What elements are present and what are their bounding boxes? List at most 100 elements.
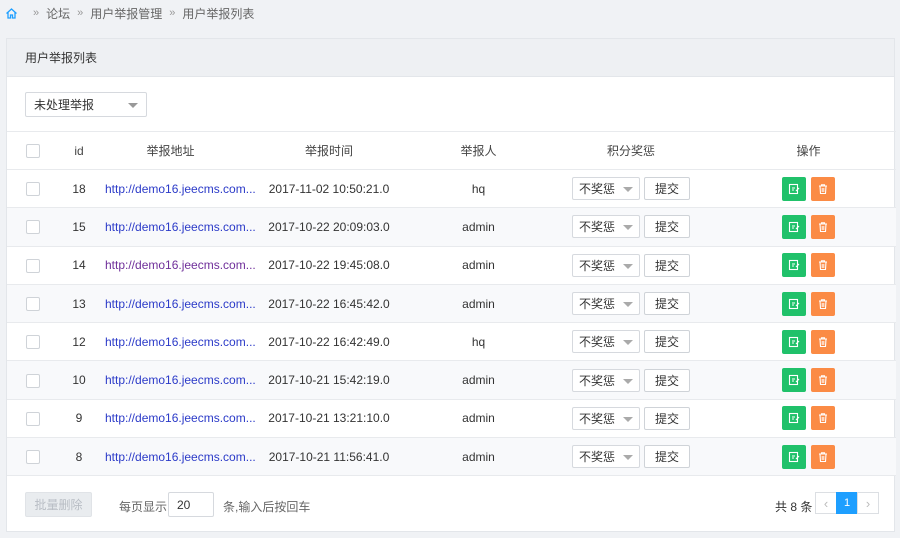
row-actions-cell [721,246,896,284]
select-all-checkbox[interactable] [26,143,40,158]
delete-button[interactable] [811,406,835,431]
report-url-link[interactable]: http://demo16.jeecms.com... [105,258,256,272]
row-checkbox[interactable] [26,258,40,273]
report-url-link[interactable]: http://demo16.jeecms.com... [105,373,256,387]
report-url-link[interactable]: http://demo16.jeecms.com... [105,335,256,349]
edit-icon [788,221,800,232]
edit-button[interactable] [782,444,806,469]
reward-select[interactable]: 不奖惩 [572,253,640,277]
reward-submit-button[interactable]: 提交 [644,292,690,316]
row-reporter: admin [462,219,495,234]
row-url-cell: http://demo16.jeecms.com... [99,208,256,246]
reward-select[interactable]: 不奖惩 [572,292,640,316]
table-row: 13 http://demo16.jeecms.com... 2017-10-22 … [7,284,896,323]
edit-button[interactable] [782,406,806,431]
edit-icon [788,413,800,424]
row-reporter: admin [462,373,495,388]
row-url-cell: http://demo16.jeecms.com... [99,170,256,208]
reward-select-value: 不奖惩 [579,373,616,388]
home-icon[interactable] [5,7,18,20]
row-time: 2017-10-21 11:56:41.0 [268,449,390,464]
reward-submit-button[interactable]: 提交 [644,445,690,469]
chevron-right-icon[interactable]: › [857,492,879,514]
row-actions-cell [721,399,896,437]
row-checkbox[interactable] [26,182,40,197]
edit-button[interactable] [782,176,806,201]
row-time: 2017-10-22 20:09:03.0 [268,219,390,234]
total-count: 共 8 条 [775,500,813,514]
row-time: 2017-10-22 16:45:42.0 [268,296,390,311]
row-time: 2017-10-21 13:21:10.0 [268,411,390,426]
reward-submit-button[interactable]: 提交 [644,368,690,392]
edit-icon [788,336,800,347]
per-page-input[interactable] [168,492,214,517]
delete-button[interactable] [811,444,835,469]
breadcrumb-item-report-management[interactable]: 用户举报管理 [90,5,162,22]
chevron-down-icon [623,225,633,231]
row-reward-cell: 不奖惩 提交 [541,323,721,361]
report-url-link[interactable]: http://demo16.jeecms.com... [105,411,256,425]
row-reporter: admin [462,411,495,426]
edit-button[interactable] [782,368,806,393]
chevron-down-icon [623,340,633,346]
report-url-link[interactable]: http://demo16.jeecms.com... [105,182,256,196]
row-select-cell [7,399,59,437]
table-row: 9 http://demo16.jeecms.com... 2017-10-21 1… [7,399,896,438]
status-filter-select[interactable]: 未处理举报 [25,92,147,117]
report-url-link[interactable]: http://demo16.jeecms.com... [105,220,256,234]
row-reward-cell: 不奖惩 提交 [541,284,721,322]
chevron-down-icon [623,302,633,308]
reward-select-value: 不奖惩 [579,297,616,312]
edit-button[interactable] [782,329,806,354]
edit-button[interactable] [782,253,806,278]
reward-submit-button[interactable]: 提交 [644,406,690,430]
header-select-all[interactable] [7,132,59,170]
breadcrumb-separator: » [77,7,84,19]
reward-submit-button[interactable]: 提交 [644,253,690,277]
row-time: 2017-10-22 16:42:49.0 [268,334,390,349]
breadcrumb-item-forum[interactable]: 论坛 [46,5,70,22]
reward-select[interactable]: 不奖惩 [572,177,640,201]
reward-select[interactable]: 不奖惩 [572,406,640,430]
delete-button[interactable] [811,329,835,354]
trash-icon [819,183,827,194]
row-checkbox[interactable] [26,450,40,465]
report-url-link[interactable]: http://demo16.jeecms.com... [105,450,256,464]
report-url-link[interactable]: http://demo16.jeecms.com... [105,297,256,311]
row-url-cell: http://demo16.jeecms.com... [99,438,256,476]
row-reward-cell: 不奖惩 提交 [541,208,721,246]
delete-button[interactable] [811,291,835,316]
reward-submit-button[interactable]: 提交 [644,330,690,354]
row-checkbox[interactable] [26,335,40,350]
delete-button[interactable] [811,253,835,278]
row-select-cell [7,323,59,361]
reward-select-value: 不奖惩 [579,182,616,197]
report-table: id 举报地址 举报时间 举报人 积分奖惩 操作 18 http://demo16… [7,131,896,476]
chevron-left-icon[interactable]: ‹ [815,492,837,514]
reward-select-value: 不奖惩 [579,411,616,426]
row-actions-cell [721,438,896,476]
row-reporter: admin [462,258,495,273]
edit-button[interactable] [782,291,806,316]
breadcrumb-item-report-list: 用户举报列表 [182,6,255,21]
reward-select[interactable]: 不奖惩 [572,368,640,392]
panel-header: 用户举报列表 [7,39,894,77]
edit-button[interactable] [782,214,806,239]
reward-select[interactable]: 不奖惩 [572,330,640,354]
page-button-current[interactable]: 1 [836,492,858,514]
reward-select-value: 不奖惩 [579,450,616,465]
reward-submit-button[interactable]: 提交 [644,177,690,201]
chevron-down-icon [128,103,138,108]
row-checkbox[interactable] [26,373,40,388]
row-checkbox[interactable] [26,220,40,235]
row-checkbox[interactable] [26,296,40,311]
delete-button[interactable] [811,214,835,239]
batch-delete-button[interactable]: 批量删除 [25,492,92,517]
row-reporter: admin [462,296,495,311]
row-checkbox[interactable] [26,411,40,426]
reward-select[interactable]: 不奖惩 [572,445,640,469]
delete-button[interactable] [811,368,835,393]
delete-button[interactable] [811,176,835,201]
reward-submit-button[interactable]: 提交 [644,215,690,239]
reward-select[interactable]: 不奖惩 [572,215,640,239]
